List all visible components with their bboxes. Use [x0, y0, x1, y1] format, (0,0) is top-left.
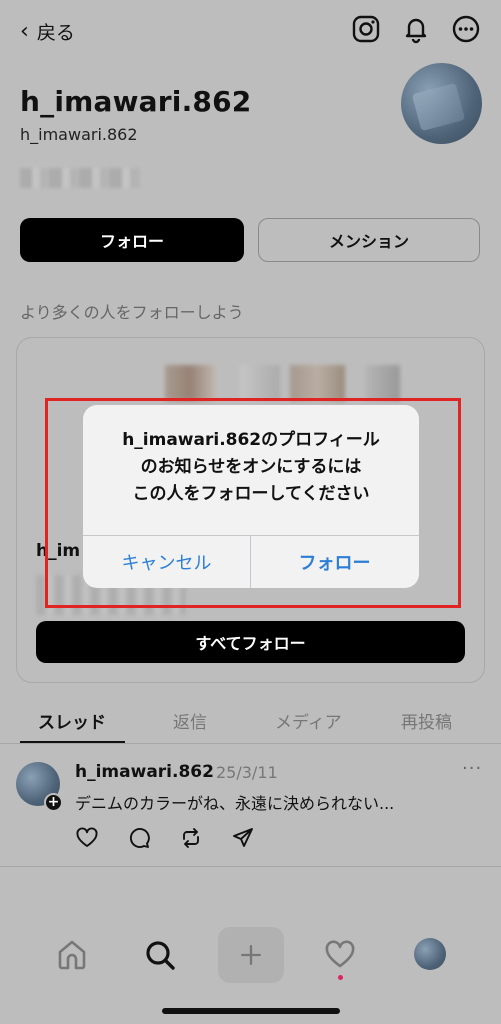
post-username[interactable]: h_imawari.862: [75, 762, 214, 782]
highlight-box: [45, 398, 461, 608]
profile-display-name: h_imawari.862: [20, 85, 252, 118]
profile-tabs: スレッド 返信 メディア 再投稿: [0, 700, 501, 744]
nav-activity-icon[interactable]: [320, 935, 360, 975]
plus-badge-icon[interactable]: +: [44, 793, 63, 812]
post-text[interactable]: デニムのカラーがね、永遠に決められない...: [75, 790, 394, 814]
nav-create-button[interactable]: [218, 927, 284, 983]
active-tab-indicator: [20, 741, 125, 743]
post-divider: [0, 866, 501, 867]
repost-icon[interactable]: [179, 826, 203, 850]
tab-media[interactable]: メディア: [275, 708, 342, 733]
notification-dot: [338, 975, 343, 980]
suggestions-title: より多くの人をフォローしよう: [20, 303, 244, 322]
post-more-icon[interactable]: ···: [462, 758, 482, 779]
nav-search-icon[interactable]: [140, 935, 180, 975]
back-label: 戻る: [36, 22, 75, 44]
post-actions: [75, 826, 255, 850]
home-indicator: [162, 1008, 340, 1014]
back-button[interactable]: ‹ 戻る: [20, 18, 75, 45]
like-icon[interactable]: [75, 826, 99, 850]
suggested-avatar-blurred: [240, 365, 280, 401]
chevron-left-icon: ‹: [20, 18, 29, 44]
share-icon[interactable]: [231, 826, 255, 850]
instagram-icon[interactable]: [351, 14, 381, 44]
nav-profile-avatar[interactable]: [414, 938, 446, 970]
top-icons: [351, 14, 481, 44]
tab-reposts[interactable]: 再投稿: [401, 708, 452, 733]
follow-all-button[interactable]: すべてフォロー: [36, 621, 465, 663]
suggested-avatar-blurred: [365, 365, 400, 401]
mention-button[interactable]: メンション: [258, 218, 480, 262]
suggested-avatar-blurred: [290, 365, 345, 401]
comment-icon[interactable]: [127, 826, 151, 850]
tab-threads[interactable]: スレッド: [38, 708, 106, 733]
profile-avatar[interactable]: [401, 63, 482, 144]
bio-blurred: [20, 168, 140, 188]
suggested-avatar-blurred: [165, 365, 215, 401]
post-date: 25/3/11: [216, 763, 278, 782]
profile-handle: h_imawari.862: [20, 125, 138, 144]
more-circle-icon[interactable]: [451, 14, 481, 44]
follow-button[interactable]: フォロー: [20, 218, 244, 262]
nav-home-icon[interactable]: [52, 935, 92, 975]
plus-icon: [241, 945, 261, 965]
bell-icon[interactable]: [401, 14, 431, 44]
tab-replies[interactable]: 返信: [173, 708, 207, 733]
